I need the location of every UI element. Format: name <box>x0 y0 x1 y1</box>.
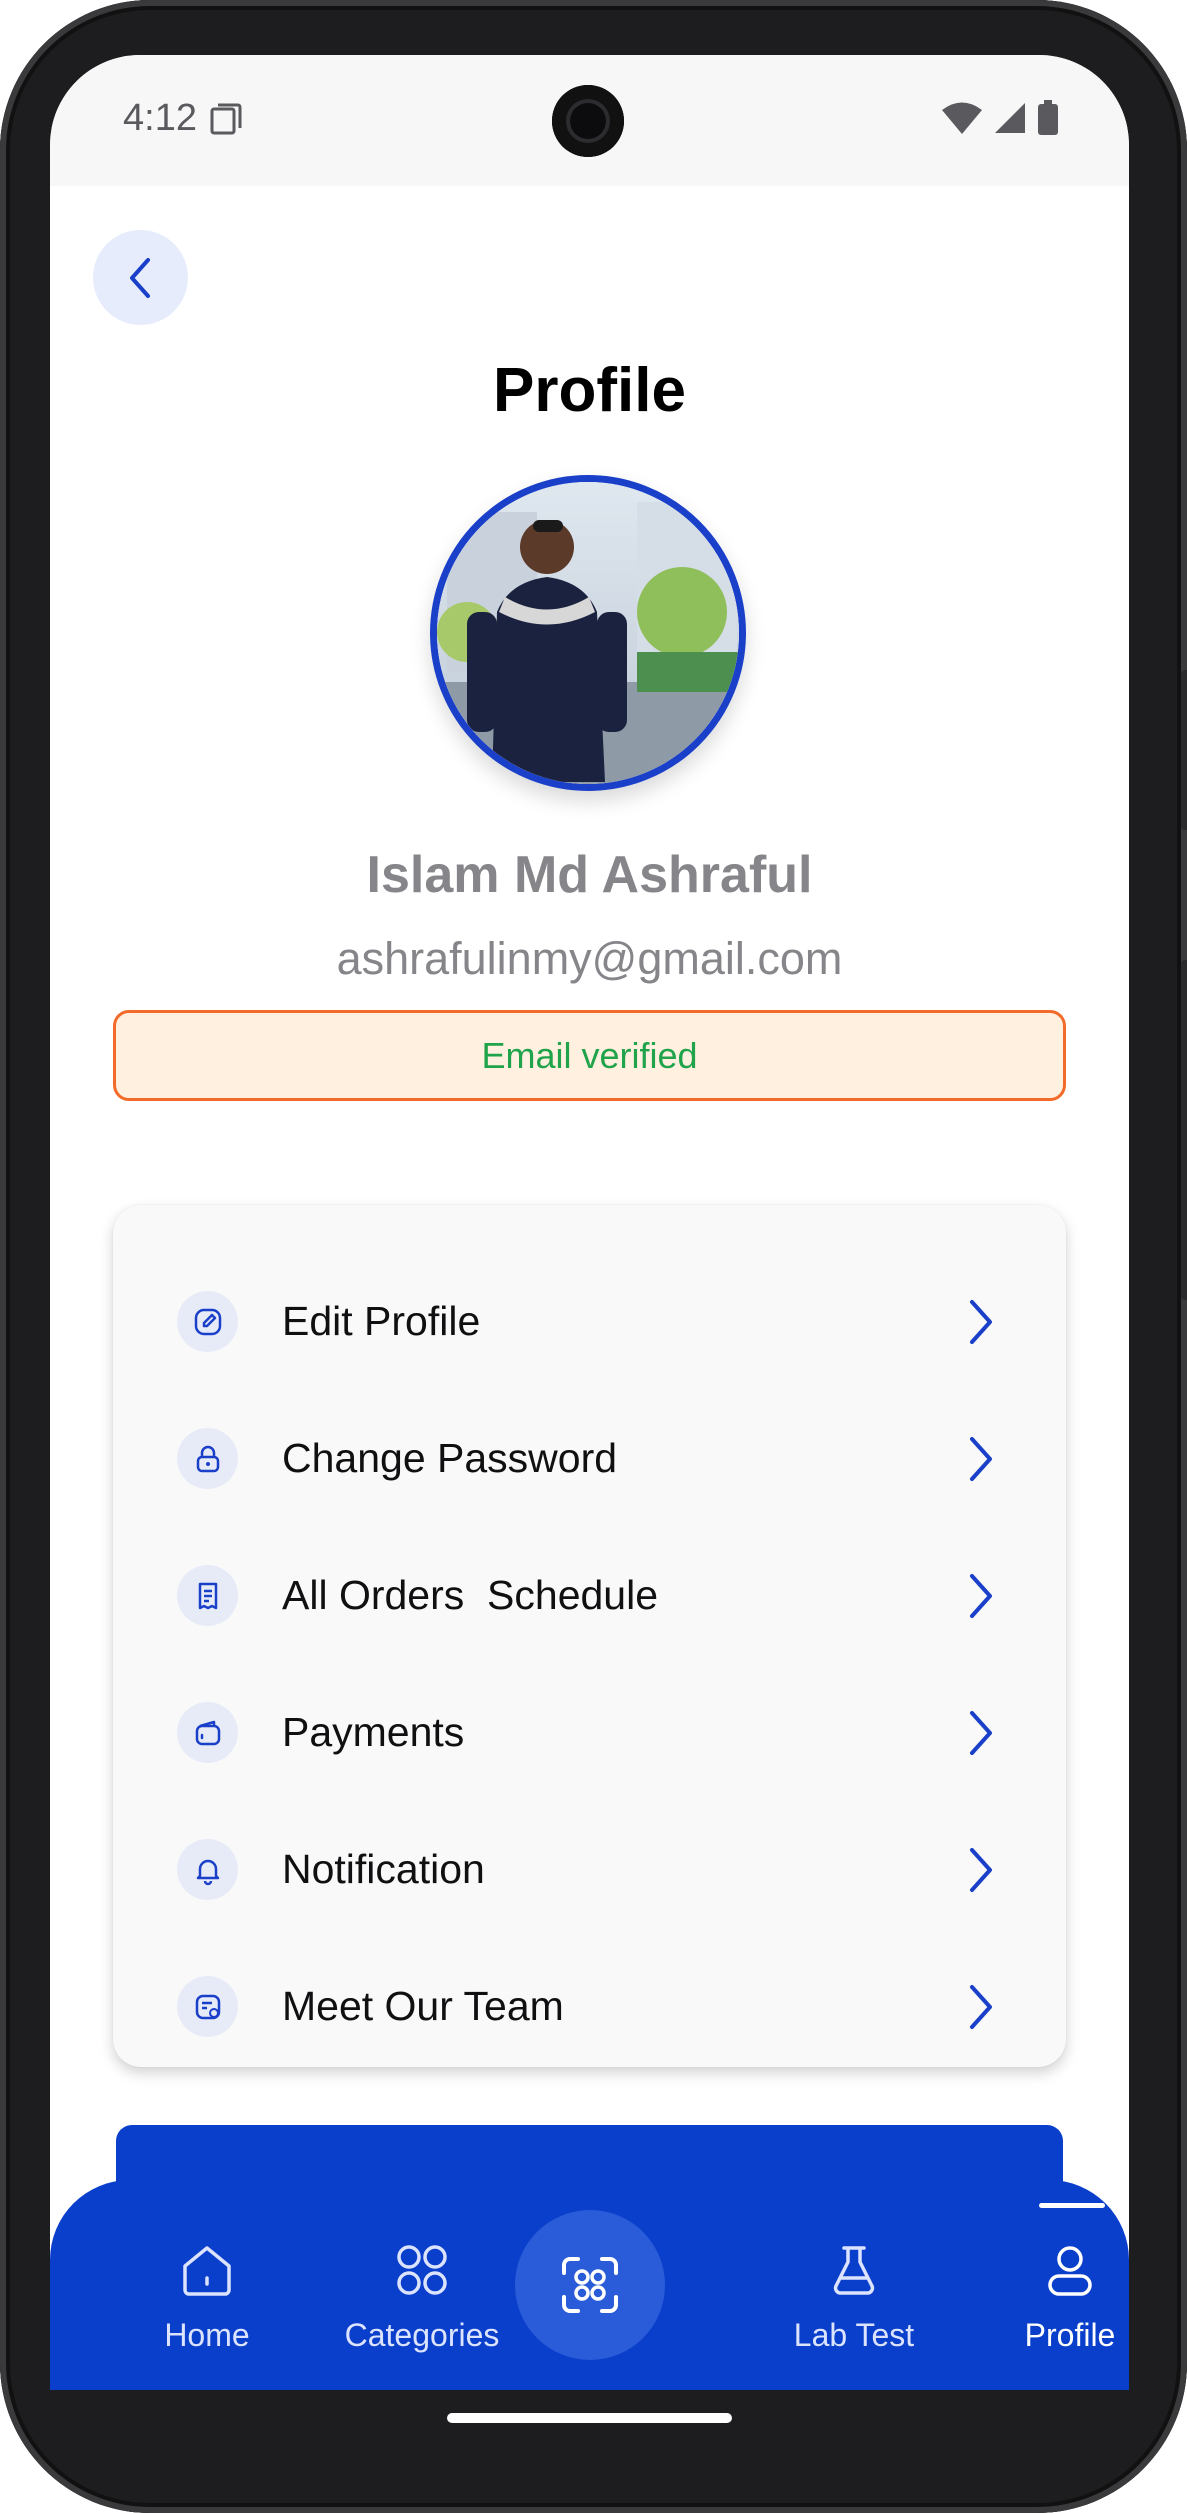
menu-item-label: Payments <box>282 1709 465 1755</box>
team-card-icon <box>177 1976 238 2037</box>
battery-icon <box>1038 100 1058 135</box>
scan-icon <box>562 2257 618 2313</box>
chevron-right-icon <box>970 1710 992 1755</box>
user-icon <box>980 2235 1129 2305</box>
nav-profile-label: Profile <box>1024 2317 1116 2353</box>
active-tab-indicator <box>1039 2203 1105 2208</box>
lock-icon <box>177 1428 238 1489</box>
nav-home-label: Home <box>164 2317 250 2353</box>
page-title: Profile <box>493 356 686 425</box>
nav-lab-test-label: Lab Test <box>793 2317 915 2353</box>
status-time-group: 4:12 <box>123 97 243 140</box>
menu-item-label: Edit Profile <box>282 1298 481 1344</box>
chevron-right-icon <box>970 1436 992 1481</box>
menu-item-change-password[interactable]: Change Password <box>113 1390 1066 1527</box>
back-button[interactable] <box>93 230 188 325</box>
edit-icon <box>177 1291 238 1352</box>
chevron-right-icon <box>970 1984 992 2029</box>
profile-photo <box>437 482 739 784</box>
user-name: Islam Md Ashraful <box>366 846 813 904</box>
chevron-right-icon <box>970 1299 992 1344</box>
screenshot-icon <box>210 103 242 134</box>
avatar[interactable] <box>430 475 746 791</box>
status-bar: 4:12 <box>50 55 1129 186</box>
nav-categories-label: Categories <box>344 2317 500 2353</box>
menu-item-meet-our-team[interactable]: Meet Our Team <box>113 1938 1066 2075</box>
menu-item-label: Notification <box>282 1846 485 1892</box>
chevron-right-icon <box>970 1847 992 1892</box>
bell-icon <box>177 1839 238 1900</box>
user-email: ashrafulinmy@gmail.com <box>336 933 843 984</box>
power-button <box>1181 960 1187 1300</box>
status-icons <box>941 100 1059 136</box>
wallet-icon <box>177 1702 238 1763</box>
status-time: 4:12 <box>123 97 197 139</box>
app-screen: 4:12 Profile Islam Md Ashraful ashrafuli… <box>50 55 1129 2390</box>
menu-item-edit-profile[interactable]: Edit Profile <box>113 1253 1066 1390</box>
scan-button[interactable] <box>515 2210 665 2360</box>
nav-lab-test[interactable]: Lab Test <box>764 2235 944 2354</box>
grid-icon <box>332 2235 512 2305</box>
nav-profile[interactable]: Profile <box>980 2203 1129 2354</box>
menu-item-all-orders-schedule[interactable]: All Orders Schedule <box>113 1527 1066 1664</box>
home-indicator[interactable] <box>447 2413 732 2423</box>
chevron-left-icon <box>129 257 150 298</box>
volume-button <box>1181 670 1187 830</box>
phone-frame: 4:12 Profile Islam Md Ashraful ashrafuli… <box>0 0 1187 2513</box>
front-camera <box>552 85 624 157</box>
flask-icon <box>764 2235 944 2305</box>
menu-item-label: Meet Our Team <box>282 1983 564 2029</box>
menu-item-notification[interactable]: Notification <box>113 1801 1066 1938</box>
email-verified-badge: Email verified <box>113 1010 1066 1101</box>
menu-item-label: All Orders Schedule <box>282 1572 659 1618</box>
cellular-signal-icon <box>995 103 1025 133</box>
wifi-icon <box>942 102 982 134</box>
receipt-icon <box>177 1565 238 1626</box>
profile-menu: Edit Profile Change Password All Orders … <box>113 1205 1066 2067</box>
nav-home[interactable]: Home <box>117 2235 297 2354</box>
home-icon <box>117 2235 297 2305</box>
chevron-right-icon <box>970 1573 992 1618</box>
nav-categories[interactable]: Categories <box>332 2235 512 2354</box>
menu-item-label: Change Password <box>282 1435 618 1481</box>
menu-item-payments[interactable]: Payments <box>113 1664 1066 1801</box>
bottom-navigation: Home Categories Lab Test Profile <box>50 2180 1129 2390</box>
